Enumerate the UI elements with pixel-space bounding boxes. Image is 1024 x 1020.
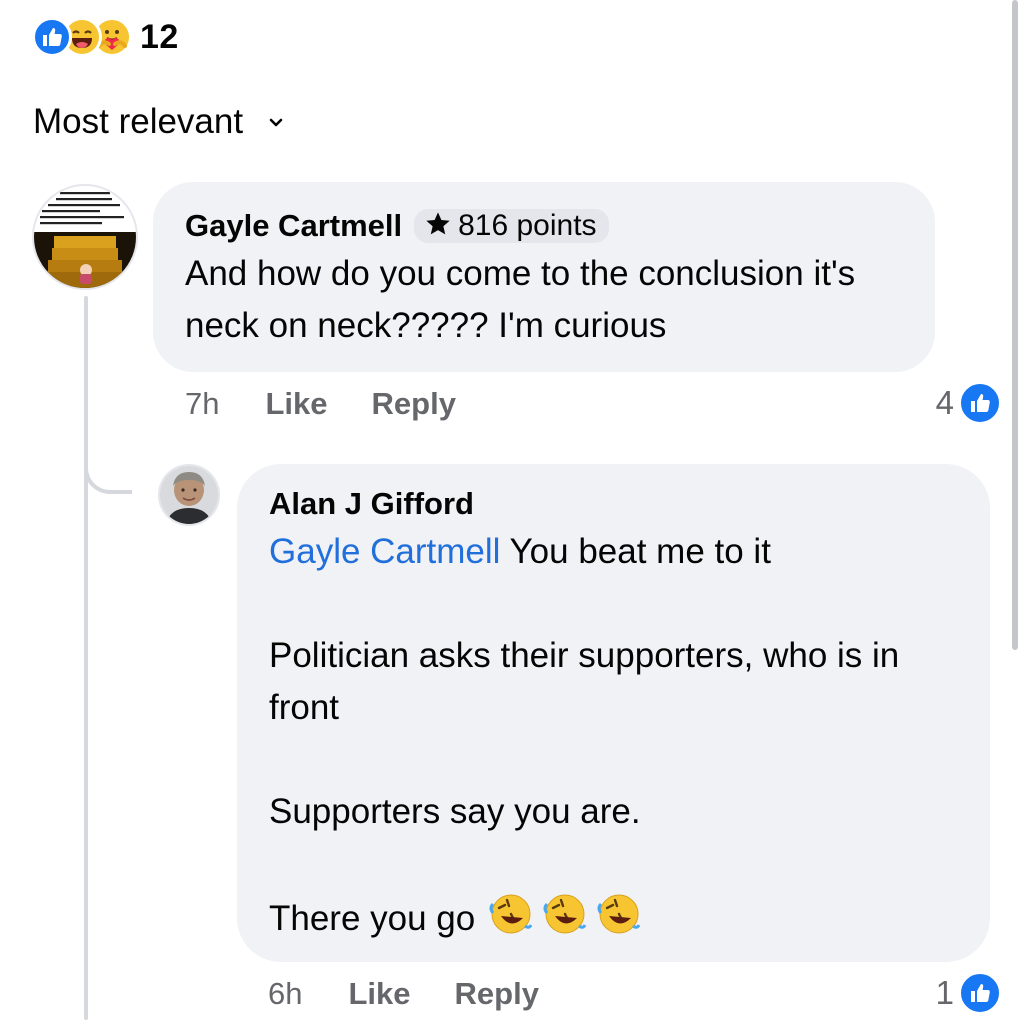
reaction-count: 12 xyxy=(140,17,179,56)
points-label: 816 points xyxy=(458,209,597,242)
comment-line: There you go xyxy=(269,898,476,938)
avatar[interactable] xyxy=(32,184,138,290)
comment-line: You beat me to it xyxy=(500,532,771,571)
sort-label: Most relevant xyxy=(33,102,244,141)
comment-actions: 7h Like Reply xyxy=(185,386,456,422)
thread-line xyxy=(84,296,88,1020)
comment-bubble: Gayle Cartmell 816 points And how do you… xyxy=(153,182,935,372)
comment-timestamp[interactable]: 6h xyxy=(268,976,302,1012)
avatar[interactable] xyxy=(158,464,220,526)
reactions-summary[interactable]: 12 xyxy=(32,14,179,60)
like-icon xyxy=(958,971,1002,1015)
comment-timestamp[interactable]: 7h xyxy=(185,386,219,422)
reaction-count-label: 1 xyxy=(935,974,954,1011)
star-icon xyxy=(424,210,452,243)
comment-sort-dropdown[interactable]: Most relevant xyxy=(33,102,283,142)
comment-text: Gayle Cartmell You beat me to it Politic… xyxy=(269,526,958,951)
like-button[interactable]: Like xyxy=(265,386,327,422)
like-icon xyxy=(32,17,72,57)
comment-bubble: Alan J Gifford Gayle Cartmell You beat m… xyxy=(237,464,990,962)
comment-author[interactable]: Gayle Cartmell xyxy=(185,208,402,244)
comment-reaction-count[interactable]: 4 xyxy=(936,381,1002,425)
scrollbar[interactable] xyxy=(1012,0,1018,650)
thread-connector xyxy=(84,446,132,494)
reaction-count-label: 4 xyxy=(935,384,954,421)
comment-reaction-count[interactable]: 1 xyxy=(936,971,1002,1015)
reply-button[interactable]: Reply xyxy=(372,386,456,422)
comment-author[interactable]: Alan J Gifford xyxy=(269,486,474,522)
like-icon xyxy=(958,381,1002,425)
points-badge[interactable]: 816 points xyxy=(414,209,609,243)
comment-line: Politician asks their supporters, who is… xyxy=(269,636,900,727)
mention-link[interactable]: Gayle Cartmell xyxy=(269,532,500,571)
rofl-emoji-icon xyxy=(487,890,643,951)
chevron-down-icon xyxy=(269,115,283,133)
comment-text: And how do you come to the conclusion it… xyxy=(185,254,856,345)
like-button[interactable]: Like xyxy=(348,976,410,1012)
reply-button[interactable]: Reply xyxy=(455,976,539,1012)
comment-actions: 6h Like Reply xyxy=(268,976,539,1012)
comment-line: Supporters say you are. xyxy=(269,792,641,831)
